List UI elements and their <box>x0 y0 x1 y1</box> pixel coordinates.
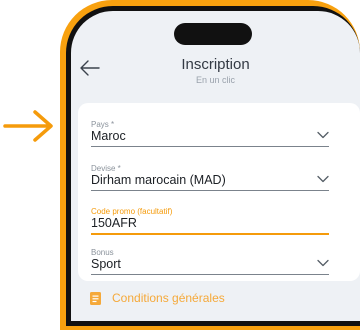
phone-notch <box>174 23 252 45</box>
bonus-underline <box>91 274 329 275</box>
registration-form-card: Pays * Maroc Devise * Dirham marocain (M… <box>78 103 360 281</box>
bonus-value: Sport <box>91 257 121 271</box>
promo-code-value[interactable]: 150AFR <box>91 216 137 230</box>
country-label: Pays * <box>91 120 115 129</box>
promo-code-underline <box>91 233 329 235</box>
bonus-label: Bonus <box>91 248 114 257</box>
page-title: Inscription <box>181 56 250 73</box>
country-value: Maroc <box>91 129 126 143</box>
conditions-link[interactable]: Conditions générales <box>112 291 225 305</box>
promo-code-label: Code promo (facultatif) <box>91 207 173 216</box>
currency-label: Devise * <box>91 164 121 173</box>
chevron-down-icon[interactable] <box>317 175 329 183</box>
country-underline <box>91 146 329 147</box>
currency-underline <box>91 190 329 191</box>
phone-screen: Inscription En un clic Pays * Maroc Devi… <box>71 11 360 321</box>
document-icon <box>90 292 101 305</box>
pointer-arrow-icon <box>3 110 53 142</box>
currency-value: Dirham marocain (MAD) <box>91 173 226 187</box>
chevron-down-icon[interactable] <box>317 259 329 267</box>
page-subtitle: En un clic <box>195 75 236 85</box>
chevron-down-icon[interactable] <box>317 131 329 139</box>
